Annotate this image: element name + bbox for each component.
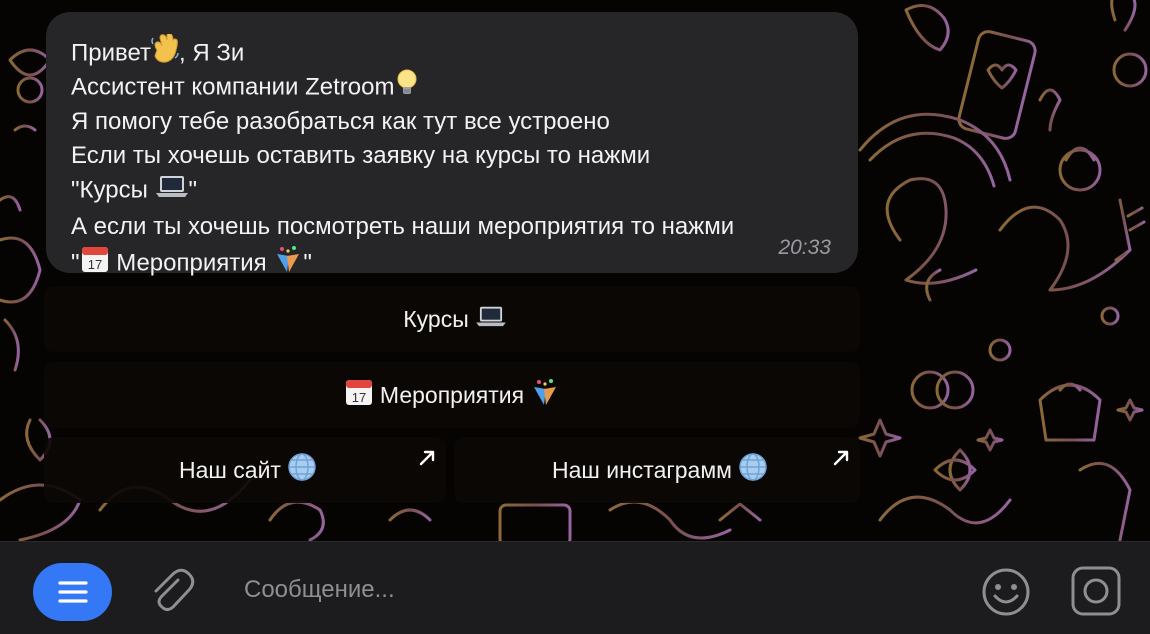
courses-button-label: Курсы <box>403 305 469 332</box>
party-popper-icon <box>273 244 303 284</box>
message-text: " <box>188 176 198 204</box>
message-text: Привет <box>71 39 152 67</box>
chat-area: Привет, Я Зи Ассистент компании Zetroom … <box>0 0 1150 541</box>
message-text: Я помогу тебе разобраться как тут все ус… <box>71 108 610 135</box>
events-button-label: Мероприятия <box>379 381 525 408</box>
external-link-arrow-icon <box>418 446 436 473</box>
emoji-button[interactable] <box>980 566 1032 623</box>
bot-message-bubble: Привет, Я Зи Ассистент компании Zetroom … <box>46 12 858 276</box>
globe-icon <box>738 452 768 488</box>
laptop-icon <box>475 304 507 334</box>
courses-button[interactable]: Курсы <box>44 286 860 352</box>
message-input[interactable] <box>244 568 944 612</box>
light-bulb-icon <box>394 68 420 108</box>
message-timestamp: 20:33 <box>778 236 831 259</box>
svg-text:17: 17 <box>87 257 101 272</box>
message-text: " <box>71 249 80 277</box>
message-text: А если ты хочешь посмотреть наши меропри… <box>71 213 735 240</box>
message-text: "Курсы <box>71 176 155 204</box>
our-instagram-button[interactable]: Наш инстаграмм <box>454 437 860 503</box>
message-line: Привет , Я Зи <box>71 32 832 68</box>
message-line: Если ты хочешь оставить заявку на курсы … <box>71 139 832 173</box>
attach-button[interactable] <box>148 566 196 619</box>
message-text: Ассистент компании Zetroom <box>71 73 395 101</box>
message-text: , Я Зи <box>179 39 245 67</box>
our-instagram-button-label: Наш инстаграмм <box>552 456 732 483</box>
message-line: "Курсы " <box>71 173 832 207</box>
message-line: " 17 Мероприятия " <box>71 244 832 278</box>
calendar-icon: 17 <box>344 377 374 413</box>
our-site-button[interactable]: Наш сайт <box>44 437 446 503</box>
external-link-arrow-icon <box>832 446 850 473</box>
events-button[interactable]: 17 Мероприятия <box>44 362 860 428</box>
message-text: Мероприятия <box>109 249 274 277</box>
party-popper-icon <box>530 377 560 413</box>
camera-icon <box>1071 566 1121 616</box>
svg-text:17: 17 <box>352 390 366 405</box>
message-composer <box>0 541 1150 634</box>
calendar-icon: 17 <box>80 244 110 284</box>
bot-menu-button[interactable] <box>33 563 112 621</box>
paperclip-icon <box>154 568 195 611</box>
smiley-icon <box>982 568 1030 616</box>
message-text: " <box>303 249 312 277</box>
message-line: А если ты хочешь посмотреть наши меропри… <box>71 210 832 244</box>
globe-icon <box>287 452 317 488</box>
message-text: Если ты хочешь оставить заявку на курсы … <box>71 142 651 169</box>
message-line: Ассистент компании Zetroom <box>71 68 832 102</box>
message-line: Я помогу тебе разобраться как тут все ус… <box>71 105 832 139</box>
menu-icon <box>57 581 88 603</box>
our-site-button-label: Наш сайт <box>179 456 281 483</box>
camera-button[interactable] <box>1070 565 1122 622</box>
laptop-icon <box>155 173 189 209</box>
